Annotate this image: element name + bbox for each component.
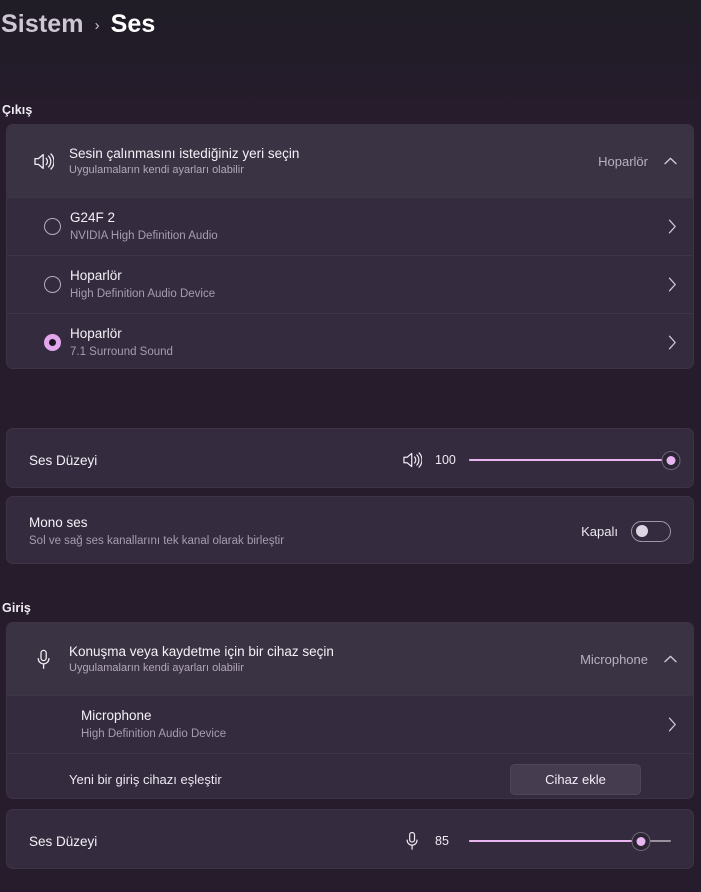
chevron-right-icon[interactable]	[668, 335, 677, 350]
microphone-icon	[23, 649, 63, 670]
settings-sound-page: Sistem › Ses Çıkış Sesin çalınmasını ist…	[0, 0, 701, 892]
slider-thumb[interactable]	[661, 450, 681, 470]
radio-wrap-1[interactable]	[23, 276, 67, 293]
chevron-up-icon[interactable]	[664, 157, 677, 165]
input-volume-label: Ses Düzeyi	[29, 833, 98, 849]
output-device-header[interactable]: Sesin çalınmasını istediğiniz yeri seçin…	[7, 125, 693, 197]
chevron-right-icon[interactable]	[668, 219, 677, 234]
output-device-2-description: 7.1 Surround Sound	[70, 346, 173, 358]
mono-sound-toggle-group: Kapalı	[581, 520, 671, 542]
output-device-row-2[interactable]: Hoparlör 7.1 Surround Sound	[7, 313, 693, 368]
output-device-1-description: High Definition Audio Device	[70, 288, 216, 300]
breadcrumb-link-system[interactable]: Sistem	[1, 10, 84, 39]
input-device-header-value-group: Microphone	[580, 652, 677, 667]
input-device-0-text: Microphone High Definition Audio Device	[23, 707, 668, 742]
chevron-right-icon[interactable]	[668, 277, 677, 292]
output-volume-value: 100	[435, 453, 456, 467]
output-volume-control: 100	[397, 449, 681, 471]
section-label-output: Çıkış	[2, 103, 33, 117]
output-device-header-text: Sesin çalınmasını istediğiniz yeri seçin…	[63, 145, 598, 178]
output-device-0-name: G24F 2	[70, 210, 116, 225]
output-device-0-description: NVIDIA High Definition Audio	[70, 230, 218, 242]
mono-sound-toggle[interactable]	[631, 520, 671, 542]
chevron-right-icon: ›	[94, 16, 100, 34]
microphone-icon	[397, 831, 427, 851]
speaker-icon	[23, 152, 63, 171]
slider-fill	[469, 458, 671, 462]
input-device-card: Konuşma veya kaydetme için bir cihaz seç…	[6, 622, 694, 799]
chevron-right-icon[interactable]	[668, 717, 677, 732]
slider-thumb[interactable]	[631, 831, 651, 851]
input-device-header-subtitle: Uygulamaların kendi ayarları olabilir	[69, 661, 244, 674]
breadcrumb: Sistem › Ses	[0, 2, 155, 46]
mono-sound-title: Mono ses	[29, 514, 88, 530]
output-device-header-title: Sesin çalınmasını istediğiniz yeri seçin	[69, 145, 300, 161]
speaker-icon	[397, 451, 427, 469]
output-device-0-text: G24F 2 NVIDIA High Definition Audio	[67, 209, 668, 244]
output-selected-device-value: Hoparlör	[598, 153, 648, 169]
mono-sound-text: Mono ses Sol ve sağ ses kanallarını tek …	[29, 514, 581, 549]
input-pair-row: Yeni bir giriş cihazı eşleştir Cihaz ekl…	[7, 753, 693, 798]
output-device-2-text: Hoparlör 7.1 Surround Sound	[67, 325, 668, 360]
radio-button-selected[interactable]	[43, 334, 61, 351]
output-device-row-0[interactable]: G24F 2 NVIDIA High Definition Audio	[7, 197, 693, 255]
chevron-up-icon[interactable]	[664, 655, 677, 663]
mono-sound-row: Mono ses Sol ve sağ ses kanallarını tek …	[7, 497, 693, 563]
input-device-0-name: Microphone	[81, 708, 152, 723]
output-device-header-value-group: Hoparlör	[598, 154, 677, 169]
output-volume-row: Ses Düzeyi 100	[7, 429, 693, 487]
output-device-card: Sesin çalınmasını istediğiniz yeri seçin…	[6, 124, 694, 369]
output-volume-slider[interactable]	[469, 449, 681, 471]
mono-sound-card: Mono ses Sol ve sağ ses kanallarını tek …	[6, 496, 694, 564]
input-volume-control: 85	[397, 830, 671, 852]
output-device-1-text: Hoparlör High Definition Audio Device	[67, 267, 668, 302]
radio-wrap-0[interactable]	[23, 218, 67, 235]
output-device-row-1[interactable]: Hoparlör High Definition Audio Device	[7, 255, 693, 313]
section-label-input: Giriş	[2, 601, 31, 615]
slider-fill	[469, 839, 641, 843]
page-title: Ses	[110, 9, 156, 38]
output-device-1-name: Hoparlör	[70, 268, 122, 283]
radio-button-unselected[interactable]	[43, 276, 61, 293]
toggle-knob	[636, 525, 648, 537]
output-volume-card: Ses Düzeyi 100	[6, 428, 694, 488]
input-volume-card: Ses Düzeyi 85	[6, 809, 694, 869]
input-volume-value: 85	[435, 834, 449, 848]
radio-button-unselected[interactable]	[43, 218, 61, 235]
input-selected-device-value: Microphone	[580, 651, 648, 667]
mono-sound-state-label: Kapalı	[581, 523, 618, 539]
input-device-header-title: Konuşma veya kaydetme için bir cihaz seç…	[69, 643, 334, 659]
radio-wrap-2[interactable]	[23, 334, 67, 351]
output-device-2-name: Hoparlör	[70, 326, 122, 341]
input-device-header[interactable]: Konuşma veya kaydetme için bir cihaz seç…	[7, 623, 693, 695]
output-volume-label: Ses Düzeyi	[29, 452, 98, 468]
add-input-device-button[interactable]: Cihaz ekle	[510, 764, 641, 795]
input-device-row-0[interactable]: Microphone High Definition Audio Device	[7, 695, 693, 753]
input-volume-row: Ses Düzeyi 85	[7, 810, 693, 868]
input-device-0-description: High Definition Audio Device	[81, 728, 227, 740]
output-device-header-subtitle: Uygulamaların kendi ayarları olabilir	[69, 163, 244, 176]
input-pair-label: Yeni bir giriş cihazı eşleştir	[69, 772, 222, 787]
input-volume-slider[interactable]	[469, 830, 671, 852]
input-device-header-text: Konuşma veya kaydetme için bir cihaz seç…	[63, 643, 580, 676]
mono-sound-subtitle: Sol ve sağ ses kanallarını tek kanal ola…	[29, 534, 285, 547]
